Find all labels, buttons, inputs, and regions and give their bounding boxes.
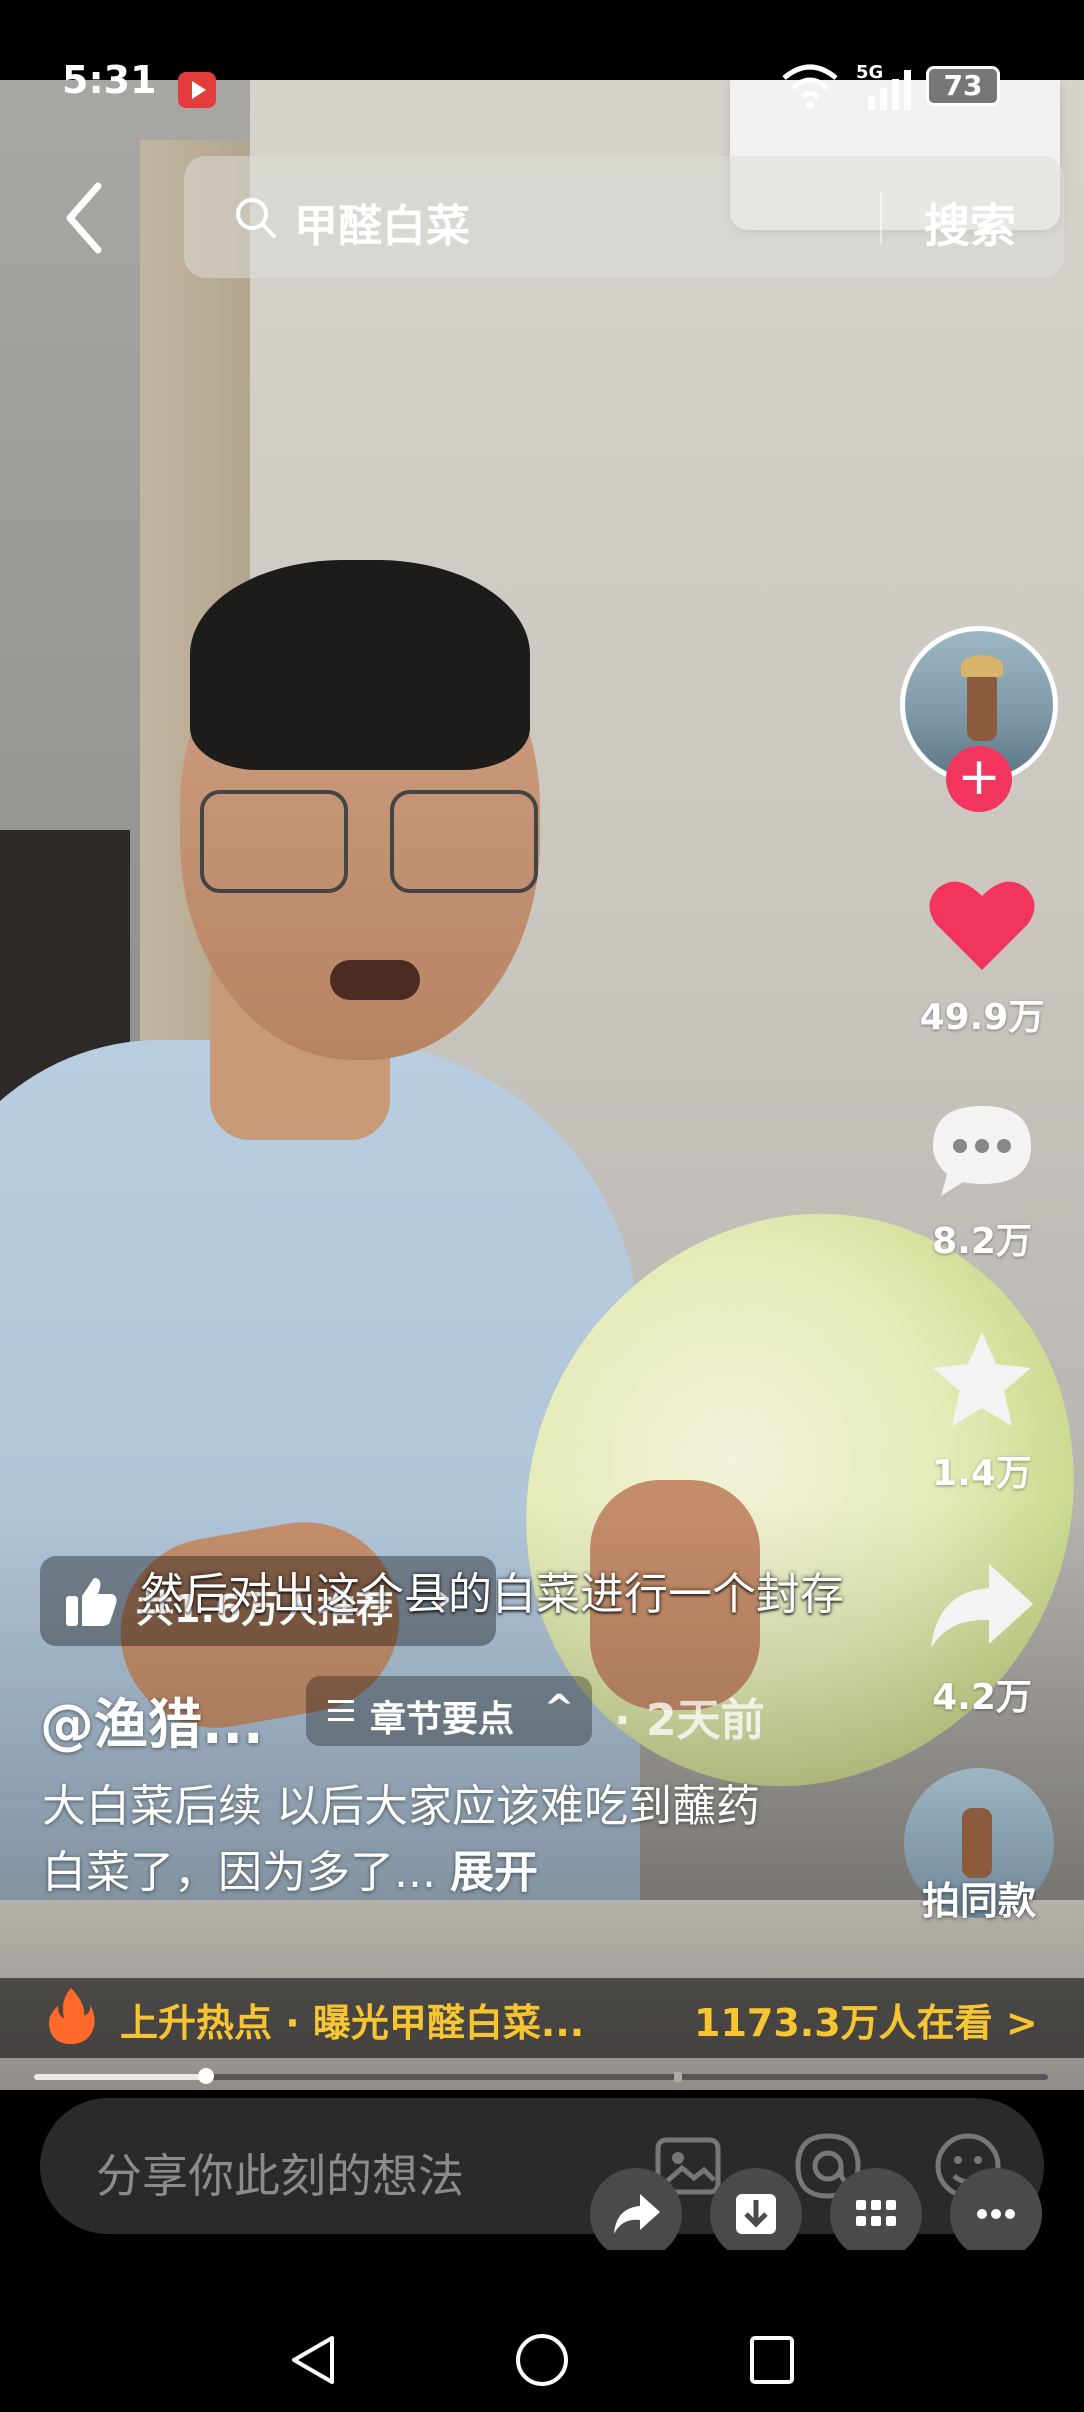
progress-fill: [34, 2074, 207, 2080]
download-icon: [736, 2194, 776, 2234]
flame-icon: [49, 1988, 95, 2044]
forward-icon: [614, 2194, 660, 2234]
like-count: 49.9万: [919, 997, 1045, 1038]
nav-recents-icon[interactable]: [742, 2330, 802, 2390]
signal-icon: [868, 70, 911, 110]
search-button[interactable]: 搜索: [924, 190, 1016, 256]
screen-record-icon: [178, 72, 216, 108]
post-time: · 2天前: [614, 1695, 765, 1746]
search-icon: [236, 198, 276, 238]
thumb-icon: [66, 1578, 117, 1626]
screen: 5:31 5G 73 甲醛白菜 搜索 + 49.9万 8.2万 1.4万 4.2…: [0, 0, 1084, 2412]
hot-topic-text: 上升热点 · 曝光甲醛白菜...: [120, 2001, 585, 2045]
expand-link[interactable]: 展开: [450, 1847, 538, 1898]
description-text: 大白菜后续 以后大家应该难吃到蘸药白菜了，因为多了...: [42, 1781, 760, 1898]
like-icon: [929, 881, 1035, 970]
chapter-label: 章节要点: [370, 1699, 515, 1740]
star-icon: [933, 1332, 1031, 1426]
comment-count: 8.2万: [932, 1221, 1032, 1262]
status-time: 5:31: [62, 58, 157, 102]
comment-action[interactable]: 8.2万: [902, 1100, 1062, 1264]
like-action[interactable]: 49.9万: [902, 874, 1062, 1040]
status-bar: 5:31 5G 73: [0, 0, 1084, 110]
nav-back-icon[interactable]: [284, 2330, 344, 2390]
video-subtitle: 然后对出这个县的白菜进行一个封存: [140, 1569, 844, 1620]
search-query[interactable]: 甲醛白菜: [294, 190, 470, 254]
apps-button[interactable]: [830, 2168, 922, 2260]
battery-icon: 73: [926, 66, 1000, 106]
chapter-list-icon: [328, 1700, 354, 1721]
more-button[interactable]: [950, 2168, 1042, 2260]
search-divider: [880, 192, 882, 244]
more-icon: [977, 2209, 1015, 2219]
same-style-label[interactable]: 拍同款: [896, 1870, 1062, 1925]
hot-topic-bar[interactable]: 上升热点 · 曝光甲醛白菜... 1173.3万人在看 >: [0, 1978, 1084, 2058]
search-bar[interactable]: 甲醛白菜 搜索: [184, 156, 1064, 278]
download-button[interactable]: [710, 2168, 802, 2260]
follow-button[interactable]: +: [946, 746, 1012, 812]
viewer-count: 1173.3万人在看 >: [694, 2001, 1038, 2045]
author-name[interactable]: @渔猎...: [40, 1680, 264, 1759]
wifi-icon: [782, 64, 838, 109]
person-hair: [190, 560, 530, 770]
comment-placeholder[interactable]: 分享你此刻的想法: [96, 2140, 464, 2206]
chapter-button[interactable]: 章节要点 ^: [306, 1676, 592, 1746]
battery-level: 73: [943, 69, 983, 102]
navigation-bar: [0, 2250, 1084, 2412]
favorite-count: 1.4万: [932, 1453, 1032, 1494]
nav-home-icon[interactable]: [512, 2330, 572, 2390]
video-progress[interactable]: [34, 2068, 1048, 2084]
glasses: [200, 790, 540, 893]
favorite-action[interactable]: 1.4万: [902, 1326, 1062, 1496]
share-count: 4.2万: [932, 1677, 1032, 1718]
forward-button[interactable]: [590, 2168, 682, 2260]
chapter-marker: [674, 2072, 682, 2082]
back-icon[interactable]: [60, 178, 110, 258]
comment-icon: [933, 1106, 1031, 1196]
chevron-up-icon: ^: [544, 1688, 575, 1729]
grid-icon: [856, 2200, 896, 2226]
person-mouth: [330, 960, 420, 1000]
video-description[interactable]: 大白菜后续 以后大家应该难吃到蘸药白菜了，因为多了... 展开: [42, 1774, 802, 1906]
